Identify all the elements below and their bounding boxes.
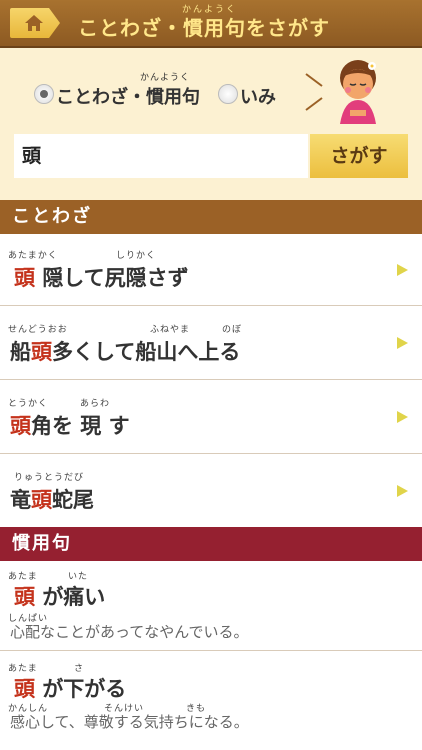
kotowaza-rest: 隠して尻隠さず [42, 266, 189, 290]
kotowaza-pre: 竜 [10, 488, 31, 512]
app-header: ことわざ・慣用句をさがす かんようく [0, 0, 422, 48]
triangle-right-icon [397, 485, 408, 497]
search-input[interactable]: 頭 [14, 134, 308, 178]
furigana: のぼ [222, 325, 243, 335]
highlight-text: 頭 [10, 414, 31, 438]
highlight-text: 頭 [31, 340, 52, 364]
page-title: ことわざ・慣用句をさがす [78, 12, 330, 41]
kotowaza-rest: 蛇尾 [52, 488, 94, 512]
meaning-text: 感心して、尊敬する気持ちになる。 [10, 713, 249, 731]
furigana: せんどうおお [8, 325, 68, 335]
furigana: あたまかく [8, 251, 58, 261]
highlight-text: 頭 [14, 266, 35, 290]
triangle-right-icon [397, 411, 408, 423]
triangle-right-icon [397, 337, 408, 349]
radio-kotowaza[interactable] [34, 84, 54, 104]
list-item[interactable]: せんどうおお ふねやま のぼ 船頭多くして船山へ上る [0, 306, 422, 380]
kanyouku-text: 頭 が下がる [14, 673, 126, 703]
kanyouku-rest: が下がる [42, 677, 127, 701]
title-furigana: かんようく [182, 5, 238, 15]
radio-imi[interactable] [218, 84, 238, 104]
furigana: しりかく [116, 251, 157, 261]
kotowaza-text: 頭 隠して尻隠さず [14, 262, 189, 292]
list-item[interactable]: とうかく あらわ 頭角を 現 す [0, 380, 422, 454]
highlight-text: 頭 [31, 488, 52, 512]
section-header-kanyouku: 慣用句 [0, 527, 422, 561]
list-item[interactable]: あたま いた 頭 が痛い しんぱい 心配なことがあってなやんでいる。 [0, 561, 422, 651]
furigana: りゅうとうだび [14, 473, 85, 483]
kotowaza-text: 竜頭蛇尾 [10, 484, 94, 514]
furigana: とうかく [8, 399, 49, 409]
highlight-text: 頭 [14, 677, 35, 701]
section-header-kotowaza: ことわざ [0, 200, 422, 234]
triangle-right-icon [397, 264, 408, 276]
furigana: あらわ [80, 399, 111, 409]
kanyouku-text: 頭 が痛い [14, 581, 105, 611]
title-text: ことわざ・慣用句をさがす [78, 16, 330, 40]
radio-kotowaza-furigana: かんようく [140, 73, 191, 83]
list-item[interactable]: あたまかく しりかく 頭 隠して尻隠さず [0, 234, 422, 306]
list-item[interactable]: りゅうとうだび 竜頭蛇尾 [0, 454, 422, 528]
girl-mascot-icon [305, 60, 376, 124]
kotowaza-rest: 多くして船山へ上る [52, 340, 241, 364]
kanyouku-rest: が痛い [42, 585, 106, 609]
radio-kotowaza-label[interactable]: ことわざ・慣用句 [56, 83, 200, 109]
furigana: ふねやま [150, 325, 191, 335]
kotowaza-pre: 船 [10, 340, 31, 364]
kotowaza-text: 頭角を 現 す [10, 410, 130, 440]
home-icon [25, 15, 43, 31]
highlight-text: 頭 [14, 585, 35, 609]
kotowaza-text: 船頭多くして船山へ上る [10, 336, 240, 366]
meaning-text: 心配なことがあってなやんでいる。 [10, 623, 249, 641]
home-button[interactable] [10, 8, 60, 38]
search-button[interactable]: さがす [310, 134, 408, 178]
radio-imi-label[interactable]: いみ [240, 83, 276, 109]
list-item[interactable]: あたま さ 頭 が下がる かんしん そんけい きも 感心して、尊敬する気持ちにな… [0, 651, 422, 750]
kotowaza-rest: 角を 現 す [31, 414, 130, 438]
